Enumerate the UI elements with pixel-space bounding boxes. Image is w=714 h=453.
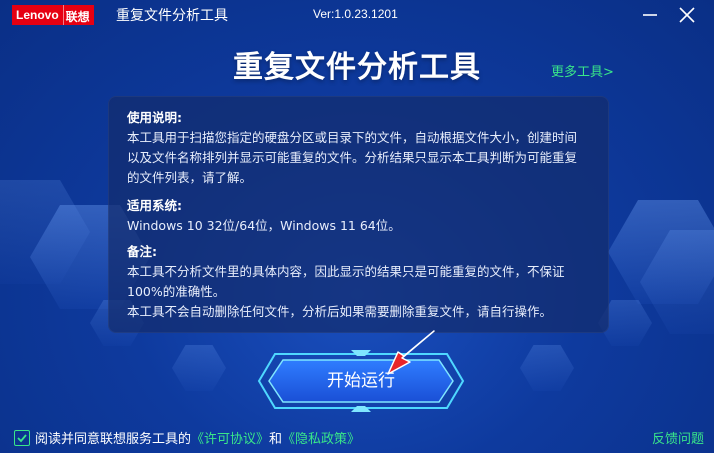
title-bar: Lenovo 联想 重复文件分析工具 Ver:1.0.23.1201 <box>0 0 714 30</box>
usage-line: 的文件列表，请了解。 <box>127 170 253 185</box>
close-button[interactable] <box>676 4 698 26</box>
lenovo-logo: Lenovo 联想 <box>12 5 94 25</box>
system-heading: 适用系统: <box>127 198 182 213</box>
app-window: Lenovo 联想 重复文件分析工具 Ver:1.0.23.1201 重复文件分… <box>0 0 714 453</box>
usage-line: 本工具用于扫描您指定的硬盘分区或目录下的文件，自动根据文件大小，创建时间 <box>127 130 578 145</box>
minimize-icon <box>643 14 657 16</box>
agreement-row: 阅读并同意联想服务工具的 《许可协议》 和 《隐私政策》 <box>14 428 360 447</box>
decor-hex-small-1 <box>172 345 226 391</box>
logo-text-cn: 联想 <box>62 5 94 25</box>
more-tools-link[interactable]: 更多工具> <box>551 61 614 80</box>
usage-heading: 使用说明: <box>127 110 182 125</box>
check-icon <box>17 433 27 442</box>
and-text: 和 <box>269 432 283 447</box>
notes-section: 备注: 本工具不分析文件里的具体内容，因此显示的结果只是可能重复的文件，不保证 … <box>127 242 597 322</box>
notes-heading: 备注: <box>127 244 157 259</box>
version-label: Ver:1.0.23.1201 <box>313 7 398 21</box>
red-arrow-icon <box>387 330 435 375</box>
feedback-link[interactable]: 反馈问题 <box>652 428 704 447</box>
agree-checkbox[interactable] <box>14 429 30 446</box>
usage-line: 以及文件名称排列并显示可能重复的文件。分析结果只显示本工具判断为可能重复 <box>127 150 578 165</box>
privacy-link[interactable]: 《隐私政策》 <box>282 428 360 447</box>
notes-line: 100%的准确性。 <box>127 284 226 299</box>
system-text: Windows 10 32位/64位，Windows 11 64位。 <box>127 218 401 233</box>
notes-line: 本工具不会自动删除任何文件，分析后如果需要删除重复文件，请自行操作。 <box>127 304 553 319</box>
info-panel: 使用说明: 本工具用于扫描您指定的硬盘分区或目录下的文件，自动根据文件大小，创建… <box>108 96 609 333</box>
minimize-button[interactable] <box>639 4 661 26</box>
logo-text-en: Lenovo <box>12 5 63 25</box>
agree-text: 阅读并同意联想服务工具的 <box>35 432 192 447</box>
decor-hex-small-2 <box>520 345 574 391</box>
system-section: 适用系统: Windows 10 32位/64位，Windows 11 64位。 <box>127 196 597 236</box>
app-title: 重复文件分析工具 <box>116 8 228 24</box>
usage-section: 使用说明: 本工具用于扫描您指定的硬盘分区或目录下的文件，自动根据文件大小，创建… <box>127 108 597 188</box>
notes-line: 本工具不分析文件里的具体内容，因此显示的结果只是可能重复的文件，不保证 <box>127 264 565 279</box>
close-icon <box>679 7 695 23</box>
license-link[interactable]: 《许可协议》 <box>191 428 269 447</box>
